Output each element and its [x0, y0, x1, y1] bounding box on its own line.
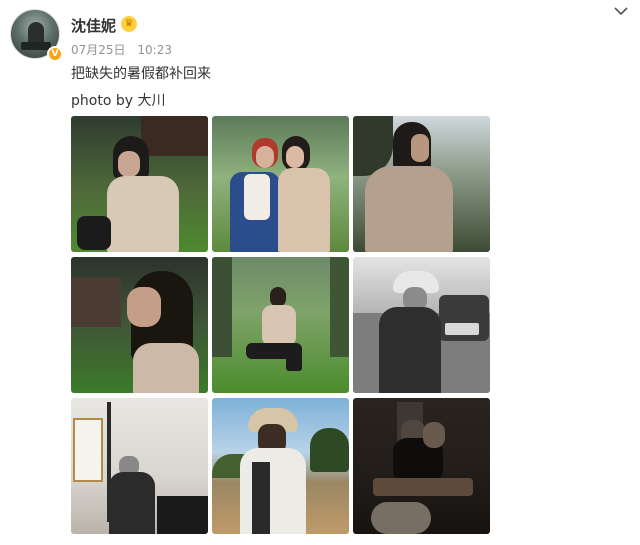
photo-credit: photo by 大川: [71, 93, 166, 109]
chevron-down-icon[interactable]: [614, 6, 628, 16]
crown-icon[interactable]: ♛: [121, 16, 137, 32]
post-meta: 07月25日 10:23: [71, 41, 172, 58]
photo-1[interactable]: [71, 116, 208, 252]
photo-3[interactable]: [353, 116, 490, 252]
avatar-base: [21, 42, 51, 50]
photo-8[interactable]: [212, 398, 349, 534]
photo-2[interactable]: [212, 116, 349, 252]
post-text: 把缺失的暑假都补回来: [71, 66, 211, 82]
post-date: 07月25日: [71, 43, 126, 57]
photo-7[interactable]: [71, 398, 208, 534]
weibo-post: V 沈佳妮 ♛ 07月25日 10:23 把缺失的暑假都补回来 photo by…: [0, 0, 640, 545]
photo-9[interactable]: [353, 398, 490, 534]
post-time: 10:23: [137, 43, 172, 57]
photo-4[interactable]: [71, 257, 208, 393]
avatar[interactable]: V: [10, 9, 63, 62]
photo-grid: [71, 116, 490, 534]
verified-icon: V: [47, 46, 63, 62]
photo-6[interactable]: [353, 257, 490, 393]
photo-5[interactable]: [212, 257, 349, 393]
username[interactable]: 沈佳妮: [71, 15, 116, 36]
